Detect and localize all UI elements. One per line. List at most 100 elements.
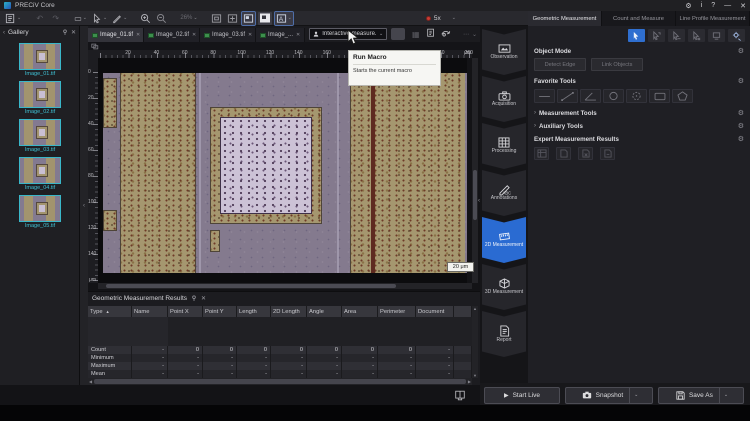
select-rect-button[interactable]: ▭⌄ [73, 12, 88, 25]
tab-options-icon[interactable]: ⋯ [463, 31, 469, 38]
gallery-item[interactable]: Image_04.tif [0, 157, 80, 191]
measurement-tools-header[interactable]: › Measurement Tools ⚙ [528, 106, 750, 119]
column-header[interactable]: Perimeter [378, 306, 416, 317]
gallery-item[interactable]: Image_02.tif [0, 81, 80, 115]
viewer-horizontal-scrollbar[interactable] [98, 283, 472, 289]
chevron-down-icon[interactable]: ⌄ [472, 31, 477, 38]
collapse-gallery-icon[interactable]: ‹ [3, 30, 5, 36]
gear-icon[interactable]: ⚙ [738, 122, 744, 130]
angle-tool-button[interactable] [580, 89, 601, 103]
gear-icon[interactable]: ⚙ [738, 77, 744, 85]
zoom-level-dropdown[interactable]: 26% ⌄ [179, 12, 198, 25]
select-object-button[interactable] [628, 29, 645, 42]
save-as-options-chevron[interactable]: ⌄ [719, 388, 732, 403]
pin-icon[interactable] [191, 295, 197, 303]
annotation-tool-button[interactable]: ⌄ [111, 12, 128, 25]
gallery-collapse-strip[interactable]: ‹ [80, 26, 88, 385]
column-header[interactable]: Area [342, 306, 378, 317]
gallery-thumbnail[interactable] [19, 195, 61, 222]
document-tab[interactable]: Image_... ✕ [256, 28, 305, 42]
gallery-item[interactable]: Image_03.tif [0, 119, 80, 153]
stop-macro-icon[interactable]: ▦ [409, 28, 422, 41]
tab-count-and-measure[interactable]: Count and Measure [602, 11, 676, 26]
summary-row[interactable]: Mean--------- [88, 370, 472, 378]
export-table-button[interactable] [534, 147, 549, 160]
snapshot-button[interactable]: Snapshot ⌄ [565, 387, 653, 404]
gallery-thumbnail[interactable] [19, 119, 61, 146]
navigator-toggle-button[interactable] [242, 12, 255, 25]
record-macro-button[interactable] [426, 25, 436, 43]
export-workbook-button[interactable] [578, 147, 593, 160]
start-live-button[interactable]: ▶ Start Live [484, 387, 560, 404]
pan-window-button[interactable] [258, 12, 272, 25]
chevron-left-icon[interactable]: ‹ [83, 203, 85, 209]
rectangle-tool-button[interactable] [649, 89, 670, 103]
close-tab-icon[interactable]: ✕ [248, 32, 252, 38]
task-acquisition[interactable]: Acquisition [482, 76, 526, 122]
polygon-tool-button[interactable] [672, 89, 693, 103]
viewer-vertical-scrollbar[interactable] [472, 58, 478, 283]
fit-to-window-button[interactable] [210, 12, 223, 25]
edit-macro-button[interactable] [440, 25, 451, 43]
close-tab-icon[interactable]: ✕ [136, 32, 140, 38]
tab-geometric-measurement[interactable]: Geometric Measurement [528, 11, 602, 26]
line-tool-button[interactable] [534, 89, 555, 103]
close-gallery-icon[interactable]: ✕ [71, 29, 76, 36]
gallery-thumbnail[interactable] [19, 43, 61, 70]
pin-object-button[interactable] [708, 29, 725, 42]
results-horizontal-scrollbar[interactable]: ◀▶ [88, 378, 472, 385]
close-tab-icon[interactable]: ✕ [192, 32, 196, 38]
results-table-body[interactable] [88, 317, 472, 346]
object-settings-button[interactable] [728, 29, 745, 42]
pin-icon[interactable] [62, 29, 68, 37]
column-header[interactable]: Document [416, 306, 454, 317]
document-tab[interactable]: Image_01.tif ✕ [88, 28, 144, 42]
info-icon[interactable]: i [701, 2, 703, 9]
image-canvas[interactable] [98, 58, 467, 283]
edit-object-button[interactable] [668, 29, 685, 42]
task-report[interactable]: Report [482, 311, 526, 357]
link-objects-button[interactable]: Link Objects [591, 58, 643, 71]
column-header[interactable]: Type ▲ [88, 306, 132, 317]
settings-icon[interactable]: ⚙ [685, 2, 691, 10]
gallery-thumbnail[interactable] [19, 81, 61, 108]
summary-row[interactable]: Count-0000000- [88, 346, 472, 354]
undo-button[interactable]: ↶ [33, 12, 46, 25]
task-annotations[interactable]: ABC Annotations [482, 170, 526, 216]
close-tab-icon[interactable]: ✕ [296, 32, 300, 38]
view-layers-icon[interactable] [91, 43, 99, 50]
gear-icon[interactable]: ⚙ [738, 109, 744, 117]
task-processing[interactable]: Processing [482, 123, 526, 169]
summary-row[interactable]: Maximum--------- [88, 362, 472, 370]
results-vertical-scrollbar[interactable]: ▲▼ [472, 306, 478, 378]
run-macro-button[interactable] [391, 28, 405, 40]
circle-3point-tool-button[interactable] [626, 89, 647, 103]
column-header[interactable]: Point Y [203, 306, 237, 317]
move-object-button[interactable] [648, 29, 665, 42]
save-as-button[interactable]: Save As ⌄ [658, 387, 744, 404]
gear-icon[interactable]: ⚙ [738, 135, 744, 143]
polyline-tool-button[interactable] [557, 89, 578, 103]
zoom-out-button[interactable] [155, 12, 168, 25]
column-header[interactable]: Point X [168, 306, 203, 317]
auxiliary-tools-header[interactable]: › Auxiliary Tools ⚙ [528, 119, 750, 132]
delete-object-button[interactable] [688, 29, 705, 42]
column-header[interactable]: Name [132, 306, 168, 317]
task-3d-measurement[interactable]: 3D Measurement [482, 264, 526, 310]
zoom-in-button[interactable] [139, 12, 152, 25]
column-header[interactable]: Length [237, 306, 271, 317]
snapshot-options-chevron[interactable]: ⌄ [629, 388, 642, 403]
close-icon[interactable]: ✕ [740, 2, 746, 10]
gear-icon[interactable]: ⚙ [738, 47, 744, 55]
help-icon[interactable]: ? [711, 2, 715, 9]
export-file-button[interactable] [556, 147, 571, 160]
gallery-item[interactable]: Image_05.tif [0, 195, 80, 229]
column-header[interactable]: 2D Length [271, 306, 307, 317]
magnification-dropdown[interactable]: 5x ⌄ [426, 15, 456, 22]
close-results-icon[interactable]: ✕ [201, 295, 206, 302]
tab-line-profile-measurement[interactable]: Line Profile Measurement [676, 11, 750, 26]
manual-book-icon[interactable] [454, 390, 466, 401]
minimize-icon[interactable]: — [724, 2, 731, 9]
document-tab[interactable]: Image_02.tif ✕ [144, 28, 200, 42]
pointer-tool-button[interactable]: ⌄ [91, 12, 108, 25]
